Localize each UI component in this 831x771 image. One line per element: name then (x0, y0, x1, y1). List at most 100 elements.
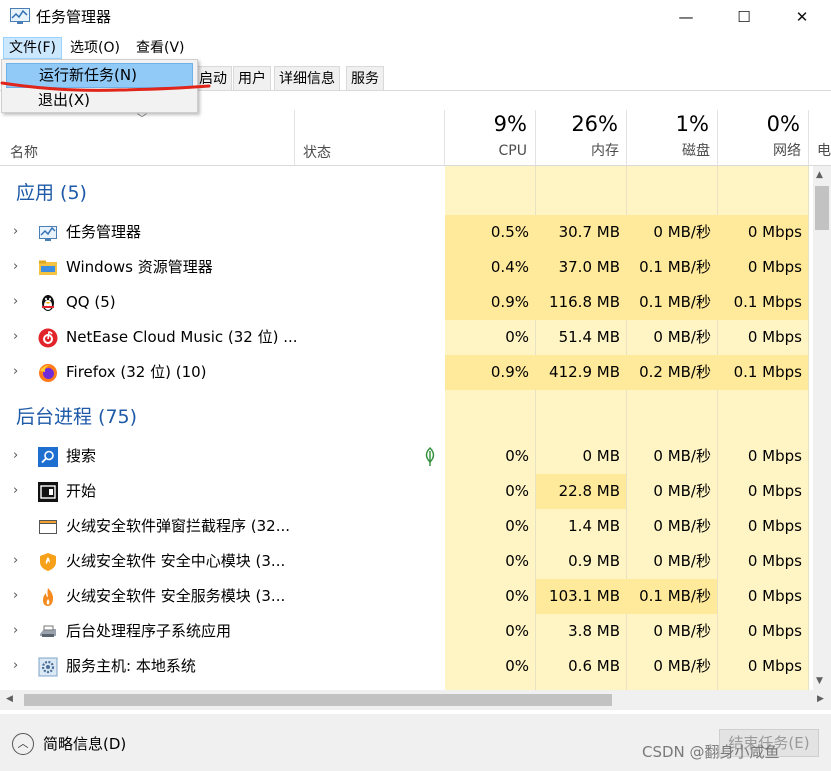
process-name: Firefox (32 位) (10) (66, 363, 207, 381)
network-value: 0 Mbps (747, 517, 802, 535)
process-row[interactable]: › Windows 资源管理器 0.4% 37.0 MB 0.1 MB/秒 0 … (0, 250, 810, 285)
disk-value: 0 MB/秒 (653, 552, 711, 570)
disk-value: 0 MB/秒 (653, 622, 711, 640)
column-status[interactable]: 状态 (303, 142, 331, 162)
network-value: 0 Mbps (747, 223, 802, 241)
column-power[interactable]: 电 (817, 142, 831, 160)
menu-view[interactable]: 查看(V) (131, 37, 190, 59)
process-row[interactable]: › Firefox (32 位) (10) 0.9% 412.9 MB 0.2 … (0, 355, 810, 390)
memory-total-percent[interactable]: 26% (536, 111, 618, 137)
menu-file[interactable]: 文件(F) (3, 37, 62, 59)
huorong-flame-icon (43, 588, 54, 606)
disk-value: 0 MB/秒 (653, 328, 711, 346)
expand-chevron-icon[interactable]: › (13, 483, 18, 498)
printer-icon (40, 625, 56, 637)
gear-icon (38, 657, 58, 677)
group-title-apps[interactable]: 应用 (5) (16, 181, 87, 205)
memory-value: 0.9 MB (568, 552, 620, 570)
process-row[interactable]: › 开始 0% 22.8 MB 0 MB/秒 0 Mbps (0, 474, 810, 509)
disk-value: 0 MB/秒 (653, 482, 711, 500)
column-cpu[interactable]: CPU (445, 142, 527, 160)
memory-value: 103.1 MB (549, 587, 620, 605)
expand-chevron-icon[interactable]: › (13, 364, 18, 379)
expand-chevron-icon[interactable]: › (13, 294, 18, 309)
column-header: ﹀ 名称 状态 9% CPU 26% 内存 1% 磁盘 0% 网络 电 (0, 110, 831, 166)
watermark: CSDN @翻身小咸鱼 (642, 743, 780, 761)
network-total-percent[interactable]: 0% (718, 111, 800, 137)
process-row[interactable]: › 服务主机: 本地系统 0% 0.6 MB 0 MB/秒 0 Mbps (0, 649, 810, 684)
process-name: QQ (5) (66, 293, 116, 311)
red-underline-annotation (0, 81, 211, 92)
scroll-down-icon[interactable]: ▼ (816, 676, 823, 686)
horizontal-scroll-thumb[interactable] (24, 694, 612, 706)
memory-value: 116.8 MB (549, 293, 620, 311)
column-memory[interactable]: 内存 (536, 142, 619, 160)
fewer-details-toggle[interactable]: 简略信息(D) (43, 735, 126, 753)
expand-chevron-icon[interactable]: › (13, 448, 18, 463)
expand-chevron-icon[interactable]: › (13, 623, 18, 638)
cpu-value: 0% (505, 552, 529, 570)
network-value: 0 Mbps (747, 552, 802, 570)
process-row[interactable]: › QQ (5) 0.9% 116.8 MB 0.1 MB/秒 0.1 Mbps (0, 285, 810, 320)
process-row[interactable]: › 任务管理器 0.5% 30.7 MB 0 MB/秒 0 Mbps (0, 215, 810, 250)
disk-value: 0 MB/秒 (653, 517, 711, 535)
memory-value: 0 MB (582, 447, 620, 465)
expand-chevron-icon[interactable]: › (13, 553, 18, 568)
cpu-value: 0% (505, 622, 529, 640)
expand-chevron-icon[interactable]: › (13, 658, 18, 673)
cpu-value: 0% (505, 657, 529, 675)
vertical-scroll-thumb[interactable] (815, 186, 829, 230)
network-value: 0.1 Mbps (733, 293, 802, 311)
qq-penguin-icon (42, 295, 54, 311)
disk-value: 0.1 MB/秒 (639, 258, 711, 276)
process-name: 火绒安全软件 安全中心模块 (3... (66, 552, 286, 570)
tab-details[interactable]: 详细信息 (274, 66, 340, 91)
task-manager-icon (10, 8, 30, 24)
column-network[interactable]: 网络 (718, 142, 801, 160)
process-name: 搜索 (66, 447, 97, 465)
column-separator[interactable] (294, 110, 295, 166)
minimize-button[interactable]: — (663, 0, 709, 34)
process-row[interactable]: 火绒安全软件弹窗拦截程序 (32... 0% 1.4 MB 0 MB/秒 0 M… (0, 509, 810, 544)
firefox-icon (39, 364, 57, 382)
process-row[interactable]: › 搜索 0% 0 MB 0 MB/秒 0 Mbps (0, 439, 810, 474)
process-name: 火绒安全软件弹窗拦截程序 (32... (66, 517, 291, 535)
tab-services[interactable]: 服务 (346, 66, 384, 91)
column-disk[interactable]: 磁盘 (627, 142, 710, 160)
close-button[interactable]: ✕ (779, 0, 825, 34)
process-row[interactable]: › 后台处理程序子系统应用 0% 3.8 MB 0 MB/秒 0 Mbps (0, 614, 810, 649)
process-name: 后台处理程序子系统应用 (66, 622, 232, 640)
expand-chevron-icon[interactable]: › (13, 588, 18, 603)
process-name: Windows 资源管理器 (66, 258, 213, 276)
memory-value: 1.4 MB (568, 517, 620, 535)
scroll-left-icon[interactable]: ◀ (6, 694, 13, 704)
folder-icon (39, 260, 57, 275)
expand-chevron-icon[interactable]: › (13, 259, 18, 274)
scroll-right-icon[interactable]: ▶ (817, 694, 824, 704)
cpu-total-percent[interactable]: 9% (445, 111, 527, 137)
disk-total-percent[interactable]: 1% (627, 111, 709, 137)
expand-chevron-icon[interactable]: › (13, 224, 18, 239)
vertical-scrollbar[interactable] (813, 166, 831, 690)
maximize-button[interactable]: ☐ (721, 0, 767, 34)
expand-chevron-icon[interactable]: › (13, 329, 18, 344)
scroll-up-icon[interactable]: ▲ (816, 170, 823, 180)
cpu-value: 0.9% (490, 293, 529, 311)
menu-options[interactable]: 选项(O) (65, 37, 125, 59)
disk-value: 0 MB/秒 (653, 223, 711, 241)
cpu-value: 0.5% (490, 223, 529, 241)
tab-users[interactable]: 用户 (233, 66, 271, 91)
cpu-value: 0% (505, 587, 529, 605)
column-name[interactable]: 名称 (10, 142, 38, 162)
collapse-chevron-icon[interactable]: ︿ (12, 733, 34, 755)
huorong-shield-icon (40, 553, 56, 571)
process-name: NetEase Cloud Music (32 位) ... (66, 328, 298, 346)
process-row[interactable]: › NetEase Cloud Music (32 位) ... 0% 51.4… (0, 320, 810, 355)
memory-value: 0.6 MB (568, 657, 620, 675)
column-separator[interactable] (808, 110, 809, 166)
process-row[interactable]: › 火绒安全软件 安全中心模块 (3... 0% 0.9 MB 0 MB/秒 0… (0, 544, 810, 579)
group-title-background[interactable]: 后台进程 (75) (16, 405, 137, 429)
memory-value: 412.9 MB (549, 363, 620, 381)
process-row[interactable]: › 火绒安全软件 安全服务模块 (3... 0% 103.1 MB 0.1 MB… (0, 579, 810, 614)
window-title: 任务管理器 (36, 8, 112, 26)
